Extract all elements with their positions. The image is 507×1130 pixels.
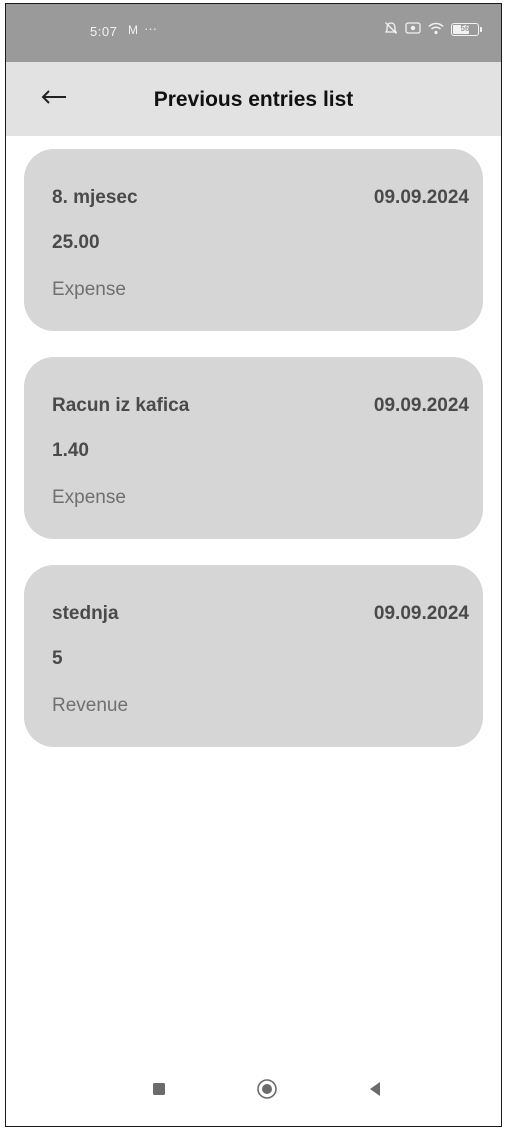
screen-record-icon [405, 21, 421, 38]
entry-date: 09.09.2024 [373, 395, 469, 416]
entry-type: Expense [52, 279, 126, 300]
entry-card[interactable]: 8. mjesec 09.09.2024 25.00 Expense [24, 149, 483, 331]
more-notifications-icon: ··· [144, 21, 157, 36]
entries-list: 8. mjesec 09.09.2024 25.00 Expense Racun… [24, 149, 483, 773]
phone-screen: 5:07 M ··· 56 Previous entries list 8. m… [5, 3, 502, 1127]
entry-amount: 1.40 [52, 440, 89, 461]
system-nav-bar [6, 1056, 501, 1126]
alarm-off-icon [384, 21, 398, 38]
status-time: 5:07 [90, 24, 118, 39]
entry-name: 8. mjesec [52, 187, 138, 208]
back-triangle-icon [368, 1081, 382, 1102]
entry-card[interactable]: stednja 09.09.2024 5 Revenue [24, 565, 483, 747]
status-icons: 56 [384, 21, 482, 38]
home-circle-icon [256, 1078, 278, 1105]
entry-amount: 5 [52, 648, 63, 669]
battery-level: 56 [460, 24, 470, 33]
recents-square-icon [152, 1082, 166, 1101]
entry-name: Racun iz kafica [52, 395, 190, 416]
notification-icon: M [128, 23, 138, 37]
entry-date: 09.09.2024 [373, 187, 469, 208]
entry-amount: 25.00 [52, 232, 100, 253]
battery-icon: 56 [451, 23, 482, 36]
entry-type: Revenue [52, 695, 129, 716]
entry-type: Expense [52, 487, 126, 508]
home-button[interactable] [252, 1076, 282, 1106]
wifi-icon [428, 22, 444, 38]
entry-name: stednja [52, 603, 119, 624]
system-back-button[interactable] [360, 1076, 390, 1106]
app-bar: Previous entries list [6, 62, 501, 136]
page-title: Previous entries list [153, 88, 354, 111]
entry-date: 09.09.2024 [373, 603, 469, 624]
status-bar: 5:07 M ··· 56 [6, 4, 501, 62]
recents-button[interactable] [144, 1076, 174, 1106]
entry-card[interactable]: Racun iz kafica 09.09.2024 1.40 Expense [24, 357, 483, 539]
